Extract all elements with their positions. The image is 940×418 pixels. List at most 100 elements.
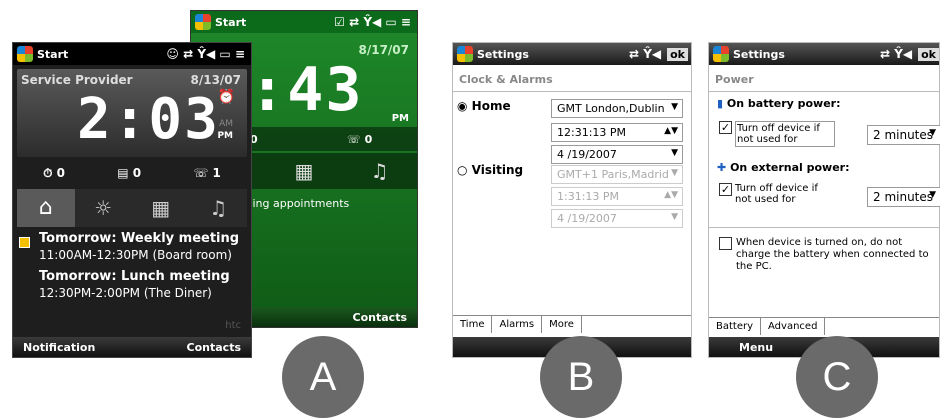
status-bar: Settings ⇄ Ŷ◀ ok <box>709 43 939 65</box>
appointment-item[interactable]: Tomorrow: Weekly meeting 11:00AM-12:30PM… <box>39 231 239 263</box>
am-indicator: AM <box>219 119 233 129</box>
appointment-detail: 12:30PM-2:00PM (The Diner) <box>39 286 212 300</box>
clock-time[interactable]: 2:03 <box>77 87 220 152</box>
windows-logo-icon[interactable] <box>195 14 211 30</box>
provider-label: Service Provider <box>21 73 133 87</box>
contacts-soft-key[interactable]: Contacts <box>187 341 241 354</box>
date-value: 4 /19/2007 <box>557 148 617 161</box>
home-radio[interactable]: ◉ Home <box>457 99 511 113</box>
status-icons[interactable]: ⇄ Ŷ◀ <box>880 47 918 61</box>
select-value: 2 minutes <box>873 128 934 142</box>
alarm-clock-icon: ⏰ <box>217 89 235 105</box>
start-menu-label[interactable]: Start <box>215 16 246 29</box>
windows-logo-icon[interactable] <box>17 46 33 62</box>
status-bar: Start ☺ ⇄ Ŷ◀ ▭ ≡ <box>13 43 251 65</box>
date-label: 8/17/07 <box>358 43 409 57</box>
checkbox-unchecked[interactable] <box>719 237 732 250</box>
tab-bar: Time Alarms More <box>453 315 691 333</box>
status-icons[interactable]: ⇄ Ŷ◀ <box>629 47 667 61</box>
dropdown-arrow-icon: ▼ <box>671 102 678 112</box>
start-menu-label[interactable]: Start <box>37 48 68 61</box>
visiting-radio[interactable]: ○ Visiting <box>457 163 523 177</box>
ok-button[interactable]: ok <box>918 47 939 61</box>
call-count[interactable]: ☏ 0 <box>347 133 372 146</box>
home-time-field[interactable]: 12:31:13 PM ▲▼ <box>551 123 683 142</box>
dropdown-arrow-icon: ▼ <box>929 128 936 138</box>
tab-bar: Battery Advanced <box>709 317 939 335</box>
date-value: 4 /19/2007 <box>557 212 617 225</box>
status-bar: Start ☑ ⇄ Ŷ◀ ▭ ≡ <box>191 11 417 33</box>
music-icon[interactable]: ♫ <box>371 159 389 183</box>
battery-timeout-checkbox[interactable]: ✓ Turn off device if not used for <box>719 121 835 147</box>
checkbox-label: When device is turned on, do not charge … <box>736 237 929 272</box>
grid-icon[interactable]: ▦ <box>295 159 314 183</box>
time-value: 1:31:13 PM <box>557 190 620 203</box>
clock-alarms-screen: Settings ⇄ Ŷ◀ ok Clock & Alarms ◉ Home G… <box>452 42 692 358</box>
menu-soft-key[interactable]: Menu <box>739 341 773 354</box>
battery-icon: ▮ <box>717 97 724 110</box>
battery-timeout-select[interactable]: 2 minutes ▼ <box>867 125 940 145</box>
tab-more[interactable]: More <box>542 316 582 333</box>
windows-logo-icon[interactable] <box>713 46 729 62</box>
battery-label: On battery power: <box>726 97 841 110</box>
message-count[interactable]: ▤ 0 <box>117 166 141 180</box>
tab-time[interactable]: Time <box>453 316 493 333</box>
date-label: 8/13/07 <box>190 73 241 87</box>
appointment-title: Tomorrow: Lunch meeting <box>39 269 230 284</box>
dropdown-arrow-icon: ▼ <box>671 212 678 222</box>
screen-title: Settings <box>733 47 785 61</box>
home-date-field[interactable]: 4 /19/2007 ▼ <box>551 145 683 164</box>
appointment-list: Tomorrow: Weekly meeting 11:00AM-12:30PM… <box>39 231 239 301</box>
tab-alarms[interactable]: Alarms <box>492 316 543 333</box>
pm-indicator: PM <box>391 113 409 124</box>
visiting-timezone-select[interactable]: GMT+1 Paris,Madrid ▼ <box>551 165 683 184</box>
home-timezone-select[interactable]: GMT London,Dublin ▼ <box>551 99 683 118</box>
timezone-value: GMT+1 Paris,Madrid <box>557 168 669 181</box>
status-icons[interactable]: ☑ ⇄ Ŷ◀ ▭ ≡ <box>334 15 417 29</box>
divider <box>709 91 939 92</box>
calendar-icon <box>19 237 30 248</box>
weather-icon[interactable]: ☼ <box>75 189 133 227</box>
select-value: 2 minutes <box>873 190 934 204</box>
appointment-item[interactable]: Tomorrow: Lunch meeting 12:30PM-2:00PM (… <box>39 269 239 301</box>
timezone-value: GMT London,Dublin <box>557 102 665 115</box>
tab-battery[interactable]: Battery <box>709 318 762 335</box>
screen-title: Settings <box>477 47 529 61</box>
checkbox-checked[interactable]: ✓ <box>719 183 732 196</box>
label-b: B <box>540 336 622 418</box>
ok-button[interactable]: ok <box>667 47 688 61</box>
time-value: 12:31:13 PM <box>557 126 627 139</box>
divider <box>709 227 939 228</box>
visiting-date-field[interactable]: 4 /19/2007 ▼ <box>551 209 683 228</box>
alarm-count[interactable]: ⏱ 0 <box>43 166 65 181</box>
dropdown-arrow-icon: ▼ <box>929 190 936 200</box>
counts-row: ⏱ 0 ▤ 0 ☏ 1 <box>17 161 247 185</box>
checkbox-checked[interactable]: ✓ <box>719 121 732 134</box>
spinner-icon[interactable]: ▲▼ <box>664 190 678 200</box>
visiting-label: Visiting <box>471 163 524 177</box>
status-icons[interactable]: ☺ ⇄ Ŷ◀ ▭ ≡ <box>166 47 251 61</box>
tab-advanced[interactable]: Advanced <box>761 318 826 335</box>
external-timeout-select[interactable]: 2 minutes ▼ <box>867 187 940 207</box>
external-heading: ✚ On external power: <box>717 161 850 174</box>
no-charge-checkbox[interactable]: When device is turned on, do not charge … <box>719 237 936 273</box>
plug-icon: ✚ <box>717 161 727 174</box>
windows-logo-icon[interactable] <box>457 46 473 62</box>
visiting-time-field[interactable]: 1:31:13 PM ▲▼ <box>551 187 683 206</box>
htc-logo: htc <box>225 320 241 331</box>
grid-icon[interactable]: ▦ <box>132 189 190 227</box>
label-c: C <box>796 336 878 418</box>
checkbox-label: Turn off device if not used for <box>735 183 818 205</box>
external-timeout-checkbox[interactable]: ✓ Turn off device if not used for <box>719 183 835 205</box>
spinner-icon[interactable]: ▲▼ <box>664 126 678 136</box>
appointment-detail: 11:00AM-12:30PM (Board room) <box>39 248 232 262</box>
pm-indicator: PM <box>217 131 233 141</box>
notification-soft-key[interactable]: Notification <box>23 341 95 354</box>
home-icon[interactable]: ⌂ <box>17 189 75 227</box>
power-screen: Settings ⇄ Ŷ◀ ok Power ▮ On battery powe… <box>708 42 940 358</box>
music-icon[interactable]: ♫ <box>190 189 248 227</box>
section-header: Power <box>715 73 754 86</box>
contacts-soft-key[interactable]: Contacts <box>353 311 407 324</box>
call-count[interactable]: ☏ 1 <box>193 166 221 180</box>
today-screen-dark: Start ☺ ⇄ Ŷ◀ ▭ ≡ Service Provider 8/13/0… <box>12 42 252 358</box>
